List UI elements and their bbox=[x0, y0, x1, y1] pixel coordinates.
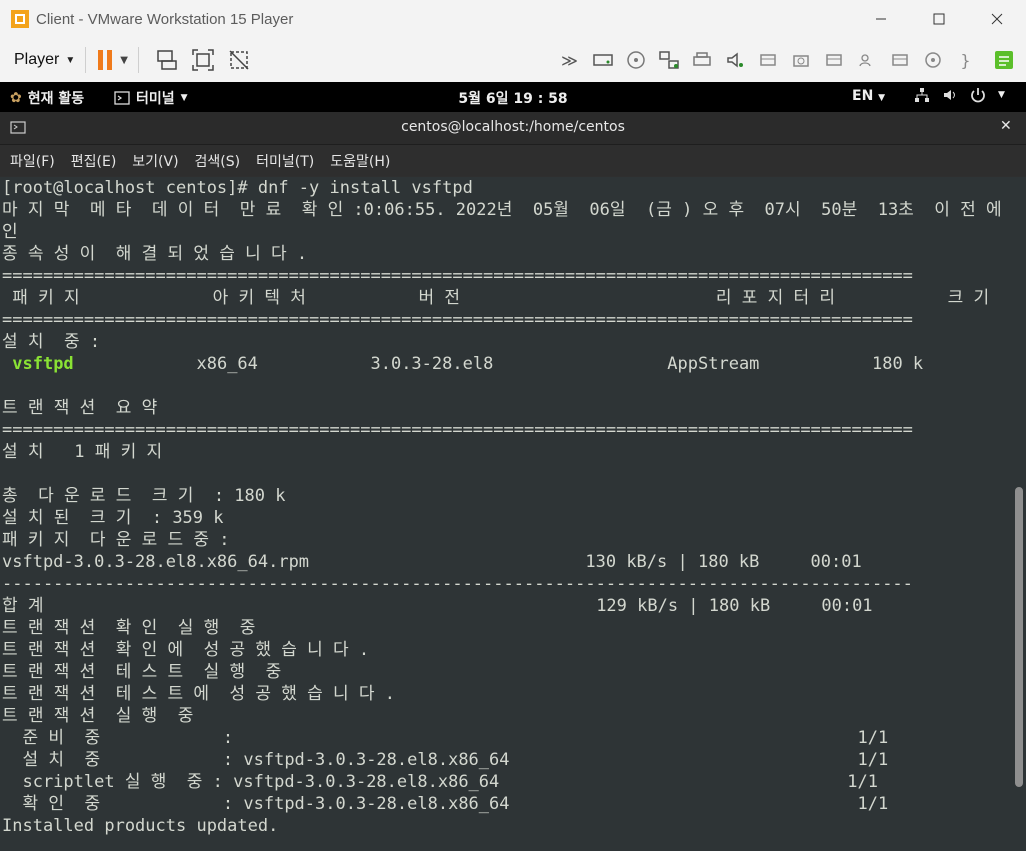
pause-icon[interactable] bbox=[98, 50, 113, 70]
usb-device-3-icon[interactable] bbox=[883, 38, 916, 82]
usb-device-2-icon[interactable] bbox=[817, 38, 850, 82]
minimize-button[interactable] bbox=[852, 0, 910, 38]
more-devices-icon[interactable]: ≫ bbox=[553, 38, 586, 82]
terminal-line: 인 bbox=[2, 222, 18, 242]
player-menu-label: Player bbox=[14, 51, 60, 68]
package-name: vsftpd bbox=[12, 354, 74, 374]
terminal-line: 트 랜 잭 션 확 인 실 행 중 bbox=[2, 618, 256, 638]
terminal-line: 준 비 중 : 1/1 bbox=[2, 728, 889, 748]
printer-icon[interactable] bbox=[685, 38, 718, 82]
menu-help[interactable]: 도움말(H) bbox=[330, 151, 390, 171]
package-row: vsftpd x86_64 3.0.3-28.el8 AppStream 180… bbox=[0, 353, 1012, 375]
volume-icon bbox=[944, 90, 955, 100]
terminal-title: centos@localhost:/home/centos bbox=[401, 119, 625, 135]
close-icon bbox=[991, 13, 1003, 25]
package-details: x86_64 3.0.3-28.el8 AppStream 180 k bbox=[73, 354, 924, 374]
pause-menu-chevron-icon[interactable]: ▼ bbox=[120, 55, 128, 66]
close-button[interactable] bbox=[968, 0, 1026, 38]
window-title: Client - VMware Workstation 15 Player bbox=[36, 10, 294, 28]
terminal-line: 트 랜 잭 션 테 스 트 실 행 중 bbox=[2, 662, 282, 682]
terminal-line: 설 치 중 : bbox=[2, 332, 101, 352]
scrollbar-thumb[interactable] bbox=[1015, 487, 1023, 787]
terminal-line: 설 치 1 패 키 지 bbox=[2, 442, 163, 462]
bluetooth-icon[interactable] bbox=[850, 38, 883, 82]
terminal-output[interactable]: [root@localhost centos]# dnf -y install … bbox=[0, 177, 1012, 851]
chevron-down-icon: ▼ bbox=[998, 90, 1005, 100]
camera-icon[interactable] bbox=[784, 38, 817, 82]
cd-dvd-icon[interactable] bbox=[619, 38, 652, 82]
terminal-line: ========================================… bbox=[2, 266, 913, 286]
terminal-scrollbar[interactable] bbox=[1012, 177, 1026, 851]
minimize-icon bbox=[876, 18, 886, 20]
power-icon bbox=[971, 88, 985, 103]
system-menu-button[interactable]: ▼ bbox=[914, 87, 1005, 103]
terminal-line: 패 키 지 아 키 텍 처 버 전 리 포 지 터 리 크 기 bbox=[2, 288, 990, 308]
terminal-line: 종 속 성 이 해 결 되 었 습 니 다 . bbox=[2, 244, 308, 264]
sound-card-icon[interactable] bbox=[718, 38, 751, 82]
terminal-line: 트 랜 잭 션 확 인 에 성 공 했 습 니 다 . bbox=[2, 640, 370, 660]
terminal-line: 마 지 막 메 타 데 이 터 만 료 확 인 :0:06:55. 2022년 … bbox=[2, 200, 1012, 220]
terminal-line: ========================================… bbox=[2, 310, 913, 330]
send-ctrl-alt-del-icon[interactable] bbox=[154, 47, 180, 73]
toolbar-divider bbox=[137, 47, 139, 73]
network-adapter-icon[interactable] bbox=[652, 38, 685, 82]
menu-file[interactable]: 파일(F) bbox=[10, 151, 55, 171]
terminal-menubar: 파일(F) 편집(E) 보기(V) 검색(S) 터미널(T) 도움말(H) bbox=[0, 145, 1026, 176]
maximize-button[interactable] bbox=[910, 0, 968, 38]
chevron-down-icon: ▼ bbox=[878, 93, 886, 103]
terminal-line: 총 다 운 로 드 크 기 : 180 k bbox=[2, 486, 286, 506]
vmware-logo-icon bbox=[11, 10, 29, 28]
chevron-down-icon: ▼ bbox=[65, 54, 76, 66]
vmware-titlebar: Client - VMware Workstation 15 Player bbox=[0, 0, 1026, 38]
gnome-top-bar: ✿ 현재 활동 터미널 ▼ 5월 6일 19 : 58 EN ▼ ▼ bbox=[0, 82, 1026, 112]
cd-dvd-2-icon[interactable] bbox=[916, 38, 949, 82]
hard-disk-icon[interactable] bbox=[586, 38, 619, 82]
input-language-button[interactable]: EN ▼ bbox=[852, 88, 885, 104]
terminal-line: 트 랜 잭 션 실 행 중 bbox=[2, 706, 194, 726]
message-log-icon[interactable] bbox=[982, 38, 1026, 82]
terminal-line: scriptlet 실 행 중 : vsftpd-3.0.3-28.el8.x8… bbox=[2, 772, 878, 792]
unity-mode-icon[interactable] bbox=[226, 47, 252, 73]
maximize-icon bbox=[933, 13, 945, 25]
terminal-line: 트 랜 잭 션 테 스 트 에 성 공 했 습 니 다 . bbox=[2, 684, 395, 704]
network-icon bbox=[915, 88, 929, 102]
menu-view[interactable]: 보기(V) bbox=[132, 151, 178, 171]
terminal-titlebar: centos@localhost:/home/centos ✕ bbox=[0, 112, 1026, 145]
terminal-line: Installed products updated. bbox=[2, 816, 279, 836]
terminal-line: [root@localhost centos]# dnf -y install … bbox=[2, 178, 473, 198]
more-icon[interactable]: } bbox=[949, 38, 982, 82]
player-menu-button[interactable]: Player ▼ bbox=[14, 51, 75, 69]
terminal-line: 합 계 129 kB/s | 180 kB 00:01 bbox=[2, 596, 873, 616]
terminal-line: 트 랜 잭 션 요 약 bbox=[2, 398, 158, 418]
terminal-close-icon[interactable]: ✕ bbox=[1000, 118, 1012, 134]
toolbar-divider bbox=[85, 47, 87, 73]
terminal-line: ----------------------------------------… bbox=[2, 574, 913, 594]
terminal-line: vsftpd-3.0.3-28.el8.x86_64.rpm 130 kB/s … bbox=[2, 552, 862, 572]
terminal-line: ========================================… bbox=[2, 420, 913, 440]
menu-terminal[interactable]: 터미널(T) bbox=[256, 151, 314, 171]
vmware-toolbar: Player ▼ ▼ ≫} bbox=[0, 38, 1026, 83]
fullscreen-icon[interactable] bbox=[190, 47, 216, 73]
usb-device-icon[interactable] bbox=[751, 38, 784, 82]
terminal-line: 설 치 된 크 기 : 359 k bbox=[2, 508, 224, 528]
terminal-line: 설 치 중 : vsftpd-3.0.3-28.el8.x86_64 1/1 bbox=[2, 750, 889, 770]
menu-search[interactable]: 검색(S) bbox=[195, 151, 241, 171]
language-label: EN bbox=[852, 88, 874, 104]
menu-edit[interactable]: 편집(E) bbox=[71, 151, 117, 171]
terminal-line: 확 인 중 : vsftpd-3.0.3-28.el8.x86_64 1/1 bbox=[2, 794, 889, 814]
terminal-line: 패 키 지 다 운 로 드 중 : bbox=[2, 530, 230, 550]
